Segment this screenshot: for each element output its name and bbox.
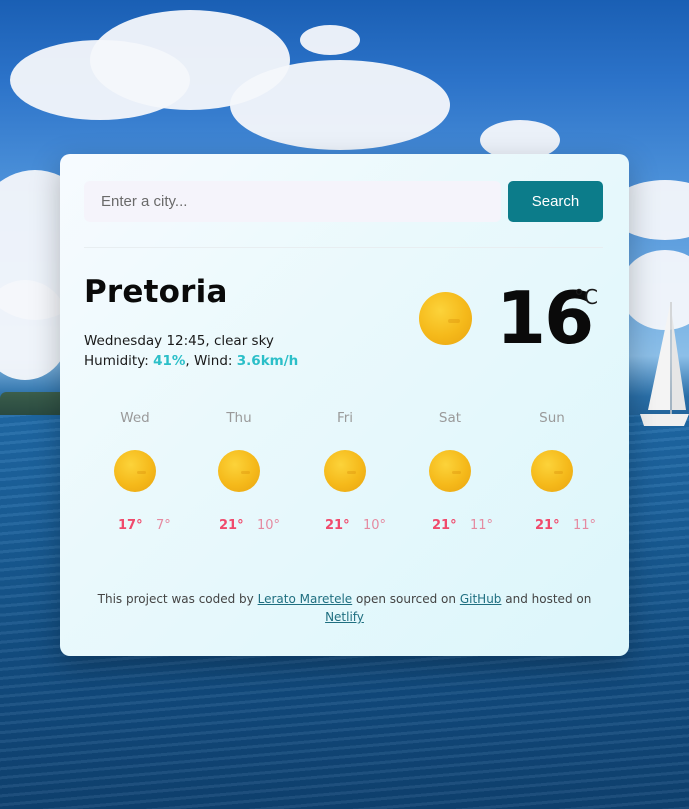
sun-icon [218, 450, 260, 492]
current-details: Wednesday 12:45, clear sky Humidity: 41%… [84, 331, 298, 371]
footer-text: open sourced on [356, 592, 457, 606]
humidity-label: Humidity: [84, 353, 149, 369]
forecast-min-temp: 11° [470, 518, 494, 533]
forecast-day-name: Sun [539, 410, 565, 426]
sun-icon [324, 450, 366, 492]
forecast-max-temp: 21° [325, 518, 350, 533]
search-form: Search [84, 181, 603, 222]
footer-text: and hosted on [505, 592, 592, 606]
forecast-day-name: Thu [226, 410, 252, 426]
datetime-description: Wednesday 12:45, clear sky [84, 333, 274, 349]
sun-icon [114, 450, 156, 492]
forecast-max-temp: 17° [118, 518, 143, 533]
netlify-link[interactable]: Netlify [325, 610, 364, 624]
wind-value: 3.6km/h [236, 353, 299, 369]
author-link[interactable]: Lerato Maretele [258, 592, 353, 606]
sun-icon [429, 450, 471, 492]
search-input[interactable] [84, 181, 501, 222]
sun-icon [531, 450, 573, 492]
sailboat-image [640, 302, 689, 426]
humidity-wind-line: Humidity: 41%, Wind: 3.6km/h [84, 351, 298, 371]
forecast-day-name: Fri [336, 410, 354, 426]
cloud [230, 60, 450, 150]
forecast-max-temp: 21° [535, 518, 560, 533]
cloud [300, 25, 360, 55]
search-button[interactable]: Search [508, 181, 603, 222]
forecast-min-temp: 7° [156, 518, 171, 533]
divider [84, 247, 603, 248]
footer-text: This project was coded by [97, 592, 254, 606]
sun-icon [419, 292, 472, 345]
weather-card: Search Pretoria Wednesday 12:45, clear s… [60, 154, 629, 656]
forecast-day-name: Wed [120, 410, 150, 426]
forecast-min-temp: 10° [257, 518, 281, 533]
temperature-unit: °C [574, 285, 598, 309]
forecast-max-temp: 21° [432, 518, 457, 533]
footer: This project was coded by Lerato Maretel… [80, 590, 609, 626]
separator: , [185, 353, 194, 369]
humidity-value: 41% [153, 353, 186, 369]
forecast-min-temp: 10° [363, 518, 387, 533]
forecast-max-temp: 21° [219, 518, 244, 533]
github-link[interactable]: GitHub [460, 592, 502, 606]
forecast-min-temp: 11° [573, 518, 597, 533]
forecast-day-name: Sat [438, 410, 462, 426]
city-name: Pretoria [84, 274, 228, 310]
wind-label: Wind: [194, 353, 233, 369]
